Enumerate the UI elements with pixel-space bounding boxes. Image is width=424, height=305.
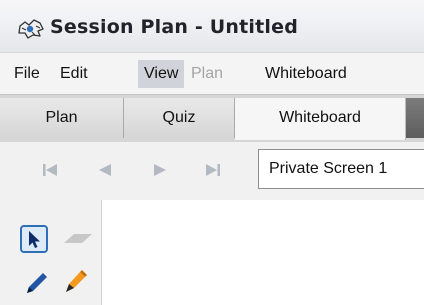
pen-tool-icon[interactable] [22, 268, 52, 298]
eraser-tool-icon[interactable] [62, 230, 94, 246]
pointer-tool-icon[interactable] [20, 225, 58, 255]
previous-page-icon[interactable] [95, 161, 115, 179]
menu-whiteboard[interactable]: Whiteboard [259, 60, 353, 88]
tab-plan[interactable]: Plan [0, 98, 124, 138]
window-title: Session Plan - Untitled [50, 16, 299, 38]
highlighter-tool-icon[interactable] [60, 266, 90, 298]
tab-bar: Plan Quiz Whiteboard [0, 94, 424, 143]
session-plan-app-icon [18, 19, 44, 39]
screen-select[interactable]: Private Screen 1 [258, 149, 424, 189]
menu-plan[interactable]: Plan [185, 60, 229, 88]
next-page-icon[interactable] [150, 161, 170, 179]
menu-file[interactable]: File [8, 60, 46, 88]
menu-bar: File Edit View Plan Whiteboard [0, 52, 424, 95]
last-page-icon[interactable] [203, 161, 223, 179]
tab-whiteboard[interactable]: Whiteboard [235, 98, 406, 140]
menu-edit[interactable]: Edit [54, 60, 94, 88]
tab-bar-overflow [406, 98, 424, 138]
first-page-icon[interactable] [40, 161, 60, 179]
tab-quiz[interactable]: Quiz [124, 98, 235, 138]
whiteboard-tools-panel [0, 200, 101, 305]
title-bar: Session Plan - Untitled [0, 0, 424, 52]
whiteboard-canvas[interactable] [101, 200, 424, 305]
menu-view[interactable]: View [138, 60, 185, 88]
